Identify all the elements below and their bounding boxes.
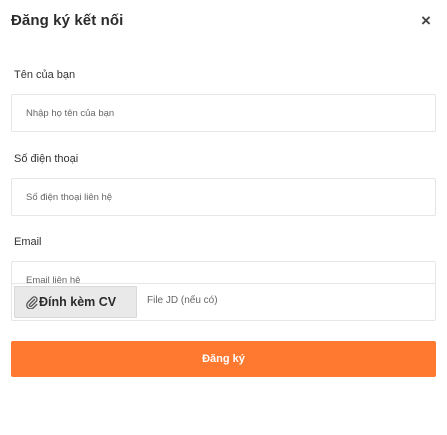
name-field-wrapper <box>11 94 436 132</box>
name-label: Tên của bạn <box>14 69 76 81</box>
email-label: Email <box>14 236 42 248</box>
submit-label: Đăng ký <box>202 353 245 365</box>
register-dialog: Đăng ký kết nối × Tên của bạn Số điện th… <box>0 0 447 435</box>
phone-field-wrapper <box>11 178 436 216</box>
attachment-row: Đính kèm CV File JD (nếu có) <box>11 283 436 321</box>
file-hint: File JD (nếu có) <box>147 295 218 306</box>
phone-input[interactable] <box>12 179 435 215</box>
paperclip-icon <box>25 295 38 310</box>
submit-button[interactable]: Đăng ký <box>11 341 436 377</box>
name-input[interactable] <box>12 95 435 131</box>
phone-label: Số điện thoại <box>14 153 79 165</box>
attach-cv-button[interactable]: Đính kèm CV <box>14 286 137 318</box>
attach-cv-label: Đính kèm CV <box>39 295 117 309</box>
dialog-header: Đăng ký kết nối × <box>0 0 447 44</box>
dialog-title: Đăng ký kết nối <box>11 12 124 29</box>
close-icon[interactable]: × <box>419 12 433 30</box>
